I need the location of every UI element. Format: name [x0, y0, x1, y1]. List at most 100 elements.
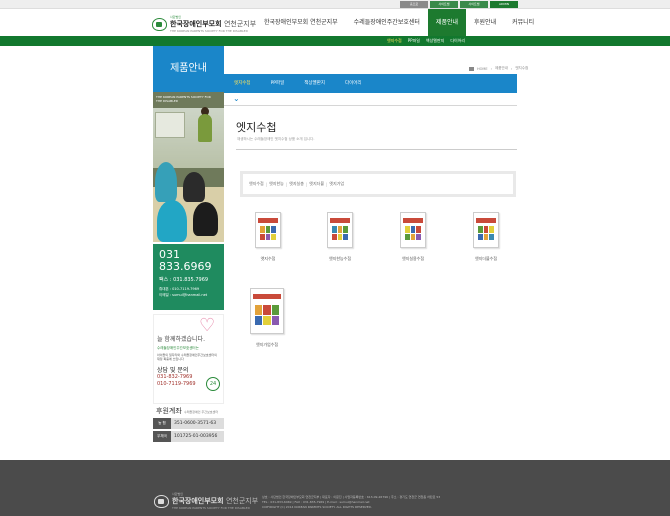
footer-logo-text: 사단법인 한국장애인부모회 연천군지부 THE KOREAN PARENTS S… — [172, 492, 258, 510]
filter-item[interactable]: 엣지수첩 — [249, 181, 264, 187]
sub-navigation: 엣지수첩 PP파일 책상멜판지 다이어리 — [387, 36, 465, 46]
utility-link-sitemap[interactable]: 사이트맵 — [430, 1, 458, 8]
utility-link-sitemap-2[interactable]: 사이트맵 — [460, 1, 488, 8]
breadcrumb: HOME › 제품안내 › 엣지수첩 — [469, 66, 528, 71]
filter-item[interactable]: 엣지가업 — [329, 181, 344, 187]
utility-link-home[interactable]: 홈으로 — [400, 1, 428, 8]
footer-logo-main: 한국장애인부모회 연천군지부 — [172, 496, 258, 506]
nav-item-community[interactable]: 커뮤니티 — [504, 9, 542, 36]
filter-item[interactable]: 엣지실총 — [289, 181, 304, 187]
product-card[interactable]: 엣지가업수첩 — [237, 288, 297, 348]
account-row: 우체국 101725-01-003956 — [153, 431, 224, 442]
footer-logo: 사단법인 한국장애인부모회 연천군지부 THE KOREAN PARENTS S… — [154, 492, 258, 510]
logo-text: 사단법인 한국장애인부모회 연천군지부 THE KOREAN PARENTS S… — [170, 15, 256, 33]
breadcrumb-home[interactable]: HOME — [477, 67, 488, 71]
breadcrumb-current: 엣지수첩 — [515, 66, 529, 70]
inquiry-title: 상담 및 문의 — [157, 367, 189, 374]
subnav-item-diary[interactable]: 다이어리 — [450, 36, 465, 46]
banner-student-3 — [157, 200, 187, 242]
24-hour-icon: 24 — [206, 377, 220, 391]
breadcrumb-separator: › — [510, 66, 513, 71]
product-name[interactable]: 엣지수첩 — [238, 256, 298, 262]
page-title: 엣지수첩 — [236, 121, 277, 134]
product-thumbnail[interactable] — [327, 212, 353, 248]
promo-line-2: 아이들의 일자리와 수레들장애인주간보호센터의 재정 확충에 쓰입니다 — [157, 353, 217, 361]
account-number: 351-0600-3571-63 — [171, 418, 224, 429]
product-name[interactable]: 엣지실용수첩 — [383, 256, 443, 262]
subnav-item-edge-notebook[interactable]: 엣지수첩 — [387, 36, 402, 46]
utility-links: 홈으로 사이트맵 사이트맵 ADMIN — [400, 1, 518, 8]
tab-pp-file[interactable]: PP파일 — [261, 74, 295, 93]
account-title-text: 후원계좌 — [156, 407, 182, 415]
heart-icon: ♡ — [199, 315, 216, 336]
filter-item[interactable]: 엣지더블 — [309, 181, 324, 187]
account-holder: 수레들장애인 주간보호센터 — [184, 410, 219, 414]
banner-board — [155, 112, 185, 138]
subnav-item-pp-file[interactable]: PP파일 — [408, 36, 420, 46]
logo-mark-icon — [152, 17, 167, 31]
footer-copyright: COPYRIGHT (C) 2014 KOREAN PARENTS SOCIET… — [262, 505, 372, 509]
site-header: 사단법인 한국장애인부모회 연천군지부 THE KOREAN PARENTS S… — [0, 9, 670, 36]
contact-fax: 팩스 : 031.835.7969 — [159, 277, 209, 283]
footer-branch-name: 연천군지부 — [225, 497, 259, 505]
logo-branch-name: 연천군지부 — [223, 20, 257, 28]
chevron-down-icon: ⌄ — [233, 94, 240, 103]
main-navigation: 한국장애인부모회 연천군지부 수레들장애인주간보호센터 제품안내 후원안내 커뮤… — [256, 9, 542, 36]
nav-item-products[interactable]: 제품안내 — [427, 9, 467, 36]
product-card[interactable]: 엣지수첩 — [238, 212, 298, 262]
banner-student-2 — [183, 172, 205, 202]
product-thumbnail[interactable] — [473, 212, 499, 248]
account-bank: 우체국 — [153, 431, 171, 442]
tab-edge-notebook[interactable]: 엣지수첩 — [224, 74, 261, 93]
promo-banner[interactable]: ♡ 늘 함께하겠습니다. 수레들장애인주간보호센터는 아이들의 일자리와 수레들… — [153, 314, 224, 404]
product-card[interactable]: 엣지실용수첩 — [383, 212, 443, 262]
sidebar-banner-image: THE KOREAN PARENTS SOCIETY FOR THE DISAB… — [153, 92, 224, 242]
account-title: 후원계좌 수레들장애인 주간보호센터 — [153, 406, 224, 416]
product-card[interactable]: 엣지한능수첩 — [310, 212, 370, 262]
divider — [236, 149, 517, 150]
footer-logo-mark-icon — [154, 494, 169, 508]
filter-item[interactable]: 엣지한능 — [269, 181, 284, 187]
subnav-item-desk-board[interactable]: 책상멜판지 — [426, 36, 444, 46]
tab-desk-board[interactable]: 책상멜판지 — [294, 74, 335, 93]
footer-logo-english: THE KOREAN PARENTS SOCIETY FOR THE DISAB… — [172, 506, 250, 510]
home-icon[interactable] — [469, 66, 474, 71]
nav-item-society[interactable]: 한국장애인부모회 연천군지부 — [256, 9, 346, 36]
promo-line-1: 수레들장애인주간보호센터는 — [157, 346, 199, 350]
utility-link-admin[interactable]: ADMIN — [490, 1, 518, 8]
account-bank: 농 협 — [153, 418, 171, 429]
contact-email: 이메일 : sumul@hanmail.net — [159, 293, 208, 297]
contact-phone-number: 833.6969 — [159, 260, 212, 273]
footer-info: 상호 : 사단법인 한국장애인부모회 연천군지부 | 대표자 : 이문진 | 사… — [262, 495, 532, 510]
divider — [224, 105, 517, 106]
utility-bar: 홈으로 사이트맵 사이트맵 ADMIN — [0, 0, 670, 9]
banner-student-1 — [155, 162, 177, 202]
product-thumbnail[interactable] — [255, 212, 281, 248]
breadcrumb-section[interactable]: 제품안내 — [495, 66, 508, 71]
nav-item-center[interactable]: 수레들장애인주간보호센터 — [346, 9, 428, 36]
tab-diary[interactable]: 다이어리 — [335, 74, 372, 93]
sub-navigation-bar — [0, 36, 670, 46]
page-description: 재생하시는 수레들장애인 엣지수첩 상품 소개 입니다. — [237, 137, 315, 141]
site-logo[interactable]: 사단법인 한국장애인부모회 연천군지부 THE KOREAN PARENTS S… — [152, 15, 256, 33]
product-tabs: 엣지수첩 PP파일 책상멜판지 다이어리 — [224, 74, 517, 93]
product-name[interactable]: 엣지더블수첩 — [456, 256, 516, 262]
banner-student-4 — [193, 202, 218, 236]
site-footer: 사단법인 한국장애인부모회 연천군지부 THE KOREAN PARENTS S… — [0, 460, 670, 516]
product-card[interactable]: 엣지더블수첩 — [456, 212, 516, 262]
product-thumbnail[interactable] — [250, 288, 284, 334]
logo-english-text: THE KOREAN PARENTS SOCIETY FOR THE DISAB… — [170, 29, 248, 33]
product-name[interactable]: 엣지한능수첩 — [310, 256, 370, 262]
logo-main-text: 한국장애인부모회 연천군지부 — [170, 19, 256, 29]
breadcrumb-separator: › — [490, 66, 493, 71]
sidebar-title: 제품안내 — [153, 46, 224, 92]
nav-item-sponsor[interactable]: 후원안내 — [466, 9, 504, 36]
account-row: 농 협 351-0600-3571-63 — [153, 418, 224, 429]
product-thumbnail[interactable] — [400, 212, 426, 248]
category-filter: 엣지수첩 | 엣지한능 | 엣지실총 | 엣지더블 | 엣지가업 — [240, 171, 516, 197]
banner-teacher — [198, 114, 212, 142]
contact-box: 031 833.6969 팩스 : 031.835.7969 휴대폰 : 010… — [153, 244, 224, 310]
logo-org-name: 한국장애인부모회 — [170, 20, 222, 28]
account-number: 101725-01-003956 — [171, 431, 224, 442]
product-name[interactable]: 엣지가업수첩 — [237, 342, 297, 348]
